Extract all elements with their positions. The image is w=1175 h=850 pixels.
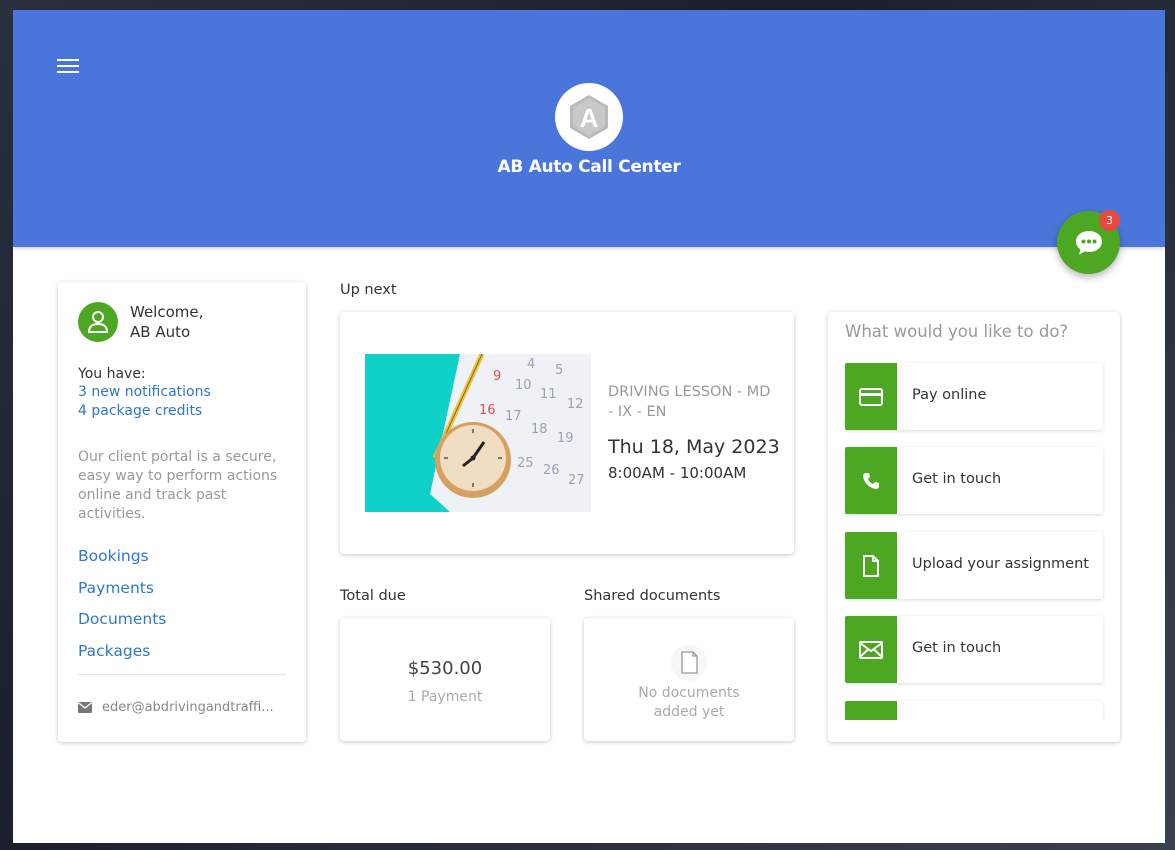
- payment-count: 1 Payment: [407, 689, 483, 705]
- action-get-in-touch-phone[interactable]: Get in touch: [845, 447, 1103, 514]
- nav-link-documents[interactable]: Documents: [78, 610, 166, 628]
- svg-text:A: A: [580, 103, 599, 133]
- credit-card-icon: [845, 363, 897, 430]
- svg-text:18: 18: [531, 422, 548, 437]
- svg-text:17: 17: [505, 409, 522, 424]
- action-label: Get in touch: [912, 471, 1002, 487]
- portal-description: Our client portal is a secure, easy way …: [78, 449, 278, 522]
- you-have-label: You have:: [78, 366, 146, 382]
- svg-text:4: 4: [527, 357, 535, 372]
- up-next-card[interactable]: 4 5 10 11 12 17 18 19 25 26 27 9 16 DRIV…: [340, 312, 794, 554]
- envelope-icon: [845, 616, 897, 683]
- welcome-label: Welcome,: [130, 303, 204, 321]
- svg-text:26: 26: [543, 463, 560, 478]
- shared-documents-card: No documents added yet: [584, 618, 794, 741]
- svg-text:16: 16: [479, 403, 496, 418]
- welcome-text: Welcome, AB Auto: [130, 302, 203, 342]
- actions-list: Pay online Get in touch Upload your assi…: [828, 312, 1120, 720]
- app-window: A AB Auto Call Center 3 Welcome, AB Auto…: [13, 10, 1165, 843]
- action-item-partial[interactable]: [845, 701, 1103, 720]
- svg-text:10: 10: [515, 378, 532, 393]
- no-documents-text: No documents added yet: [584, 684, 794, 722]
- svg-text:5: 5: [555, 363, 563, 378]
- chat-bubble-icon: [1075, 230, 1102, 254]
- nav-link-packages[interactable]: Packages: [78, 642, 150, 660]
- empty-document-icon: [671, 645, 707, 681]
- avatar: [78, 302, 118, 342]
- action-get-in-touch-email[interactable]: Get in touch: [845, 616, 1103, 683]
- svg-text:9: 9: [493, 369, 501, 384]
- svg-text:19: 19: [557, 431, 574, 446]
- total-due-card[interactable]: $530.00 1 Payment: [340, 618, 550, 741]
- action-upload-assignment[interactable]: Upload your assignment: [845, 532, 1103, 599]
- action-icon: [845, 701, 897, 720]
- lesson-time: 8:00AM - 10:00AM: [608, 464, 747, 482]
- no-documents-line1: No documents: [638, 685, 740, 701]
- divider: [78, 674, 286, 675]
- no-documents-line2: added yet: [653, 704, 725, 720]
- email-row: eder@abdrivingandtraffi...: [78, 700, 282, 715]
- user-email: eder@abdrivingandtraffi...: [102, 700, 274, 715]
- actions-card: What would you like to do? Pay online Ge…: [828, 312, 1120, 742]
- hexagon-a-icon: A: [570, 95, 608, 139]
- shared-documents-title: Shared documents: [584, 588, 721, 604]
- action-label: Pay online: [912, 387, 987, 403]
- nav-link-bookings[interactable]: Bookings: [78, 547, 149, 565]
- total-due-title: Total due: [340, 588, 406, 604]
- svg-text:25: 25: [517, 456, 534, 471]
- total-due-amount: $530.00: [407, 658, 483, 679]
- package-credits-link[interactable]: 4 package credits: [78, 403, 202, 419]
- svg-text:27: 27: [568, 473, 585, 488]
- hamburger-menu-icon[interactable]: [57, 56, 81, 76]
- chat-notification-badge: 3: [1099, 210, 1120, 231]
- lesson-date: Thu 18, May 2023: [608, 436, 780, 458]
- file-icon: [845, 532, 897, 599]
- action-label: Get in touch: [912, 640, 1002, 656]
- user-icon: [87, 311, 109, 333]
- svg-text:12: 12: [567, 397, 584, 412]
- user-summary-card: Welcome, AB Auto You have: 3 new notific…: [58, 282, 306, 742]
- envelope-icon: [78, 702, 92, 713]
- lesson-name: DRIVING LESSON - MD - IX - EN: [608, 384, 771, 420]
- phone-icon: [845, 447, 897, 514]
- user-name: AB Auto: [130, 323, 191, 341]
- up-next-title: Up next: [340, 282, 397, 298]
- action-label: Upload your assignment: [912, 556, 1089, 572]
- svg-text:11: 11: [540, 387, 557, 402]
- notifications-link[interactable]: 3 new notifications: [78, 384, 211, 400]
- header: A AB Auto Call Center: [13, 10, 1165, 247]
- action-pay-online[interactable]: Pay online: [845, 363, 1103, 430]
- brand-title: AB Auto Call Center: [497, 157, 681, 177]
- lesson-image: 4 5 10 11 12 17 18 19 25 26 27 9 16: [365, 354, 591, 512]
- nav-link-payments[interactable]: Payments: [78, 579, 154, 597]
- brand-logo: A: [555, 83, 623, 151]
